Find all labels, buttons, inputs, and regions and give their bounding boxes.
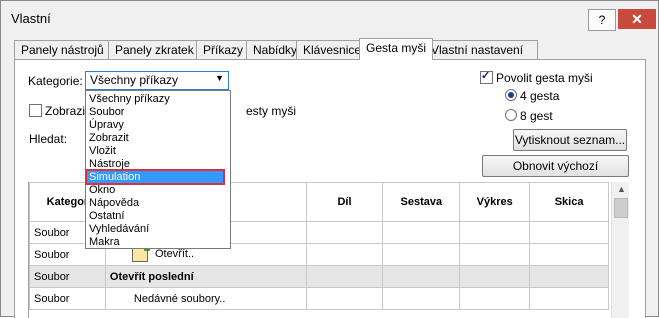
dropdown-item-view[interactable]: Zobrazit <box>89 132 129 144</box>
help-button[interactable]: ? <box>588 9 616 31</box>
cell-sketch[interactable] <box>529 243 609 266</box>
category-label: Kategorie: <box>28 74 83 88</box>
cell-drawing <box>459 265 531 288</box>
dropdown-item-search[interactable]: Vyhledávání <box>89 223 149 235</box>
radio-4-gestures[interactable] <box>505 89 517 101</box>
cell-drawing[interactable] <box>459 287 531 310</box>
category-combo-value: Všechny příkazy <box>90 73 179 87</box>
table-row[interactable]: Soubor Nedávné soubory.. <box>29 287 609 310</box>
scroll-thumb[interactable] <box>614 198 628 218</box>
col-header-drawing[interactable]: Výkres <box>459 182 531 222</box>
radio-8-gestures-label: 8 gest <box>520 109 553 123</box>
title-bar: Vlastní ? ✕ <box>1 1 658 37</box>
chevron-down-icon: ▼ <box>215 73 224 83</box>
row-command: Nedávné soubory.. <box>104 287 307 310</box>
cell-part <box>305 265 384 288</box>
show-label: Zobrazit <box>45 104 89 118</box>
tab-mouse-gestures[interactable]: Gesta myši <box>359 38 433 60</box>
cell-assembly[interactable] <box>382 243 461 266</box>
cell-assembly[interactable] <box>382 287 461 310</box>
tab-custom-settings[interactable]: Vlastní nastavení <box>424 40 538 59</box>
table-row-group[interactable]: Soubor Otevřít poslední <box>29 265 609 288</box>
dropdown-item-insert[interactable]: Vložit <box>89 145 116 157</box>
row-category: Soubor <box>29 287 106 310</box>
col-header-assembly[interactable]: Sestava <box>382 182 461 222</box>
table-scrollbar[interactable]: ▲ <box>611 182 629 318</box>
row-command: Otevřít.. <box>154 248 195 261</box>
scroll-up-icon[interactable]: ▲ <box>617 184 626 194</box>
cell-assembly <box>382 265 461 288</box>
enable-gestures-label: Povolit gesta myši <box>496 71 593 85</box>
col-header-sketch[interactable]: Skica <box>529 182 609 222</box>
show-label-suffix: esty myši <box>246 104 297 118</box>
tab-shortcut-bars[interactable]: Panely zkratek <box>108 40 204 59</box>
cell-sketch[interactable] <box>529 287 609 310</box>
dropdown-item-other[interactable]: Ostatní <box>89 210 124 222</box>
dropdown-item-macros[interactable]: Makra <box>89 236 120 248</box>
window-title: Vlastní <box>11 11 51 26</box>
row-category: Soubor <box>29 265 106 288</box>
cell-part[interactable] <box>305 287 384 310</box>
dropdown-item-file[interactable]: Soubor <box>89 106 124 118</box>
search-label: Hledat: <box>29 132 68 146</box>
print-list-button[interactable]: Vytisknout seznam... <box>513 129 627 151</box>
show-checkbox[interactable] <box>29 104 42 117</box>
radio-4-gestures-label: 4 gesta <box>520 89 560 103</box>
cell-drawing[interactable] <box>459 243 531 266</box>
cell-assembly[interactable] <box>382 221 461 244</box>
dropdown-item-edit[interactable]: Úpravy <box>89 119 124 131</box>
open-file-icon <box>131 244 150 262</box>
cell-sketch <box>529 265 609 288</box>
cell-drawing[interactable] <box>459 221 531 244</box>
tab-toolbars[interactable]: Panely nástrojů <box>14 40 116 59</box>
row-command: Otevřít poslední <box>104 265 307 288</box>
close-button[interactable]: ✕ <box>618 9 656 29</box>
category-combo[interactable]: Všechny příkazy ▼ <box>85 71 229 90</box>
dropdown-item-tools[interactable]: Nástroje <box>89 158 130 170</box>
dropdown-item-all-commands[interactable]: Všechny příkazy <box>89 93 170 105</box>
col-header-part[interactable]: Díl <box>305 182 384 222</box>
cell-part[interactable] <box>305 243 384 266</box>
enable-gestures-checkbox[interactable] <box>480 69 493 84</box>
customize-dialog: Vlastní ? ✕ Panely nástrojů Panely zkrat… <box>0 0 659 318</box>
cell-sketch[interactable] <box>529 221 609 244</box>
dropdown-item-window[interactable]: Okno <box>89 184 115 196</box>
reset-defaults-button[interactable]: Obnovit výchozí <box>482 155 629 177</box>
radio-8-gestures[interactable] <box>505 109 517 121</box>
dropdown-item-simulation[interactable]: Simulation <box>85 169 225 185</box>
tab-keyboard[interactable]: Klávesnice <box>296 40 368 59</box>
cell-part[interactable] <box>305 221 384 244</box>
dropdown-item-help[interactable]: Nápověda <box>89 197 139 209</box>
category-dropdown-list: Všechny příkazy Soubor Úpravy Zobrazit V… <box>85 90 231 249</box>
